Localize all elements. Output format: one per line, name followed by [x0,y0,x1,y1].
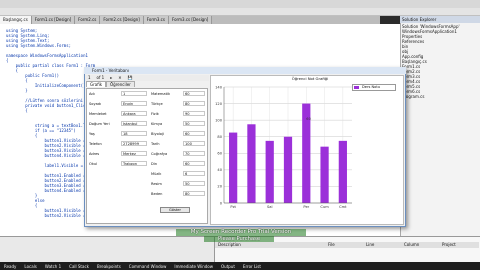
status-item[interactable]: Immediate Window [170,264,217,269]
field-input[interactable]: 18 [121,131,147,136]
status-item[interactable]: Error List [239,264,265,269]
error-list-column: Description [218,242,241,247]
y-tick-label: 80 [217,135,222,139]
score-input[interactable]: 70 [183,151,205,156]
doc-tab[interactable]: Form2.cs [Design] [100,16,144,24]
score-label: Resim [151,182,162,186]
field-input[interactable]: Merkez [121,151,147,156]
form-fields-panel: Adı 1 Soyadı Engin Memleket Ankara Doğum Yeri İ… [86,88,208,224]
doc-tab[interactable]: Başlangıç.cs [0,16,32,24]
field-input[interactable]: 2728999 [121,141,147,146]
score-input[interactable]: 50 [183,121,205,126]
bar-chart: 0 20 40 60 80 100 120 140 Pzt Sal Per Cum Cmt 60 [215,85,352,209]
legend-swatch [354,86,359,89]
field-input[interactable]: Ankara [121,111,147,116]
doc-tab[interactable]: Form3.cs [Design] [168,16,213,24]
watermark-line-1: My Screen Recorder Pro Trial Version [176,229,306,236]
legend-label: Ders Notu [362,85,381,89]
field-input[interactable]: Trabzon [121,161,147,166]
y-tick-label: 20 [217,185,222,189]
bar[interactable] [320,146,329,203]
locals-panel [0,236,214,262]
annotation-label: 60 [306,117,311,121]
score-label: Kimya [151,122,163,126]
score-label: Beden [151,192,163,196]
y-tick-label: 100 [215,118,223,122]
doc-tab[interactable]: Form3.cs [143,16,169,24]
score-input[interactable]: 6 [183,171,205,176]
score-input[interactable]: 80 [183,191,205,196]
status-item[interactable]: Call Stack [65,264,93,269]
score-input[interactable]: 90 [183,111,205,116]
solution-explorer-title: Solution Explorer [400,16,480,23]
field-label: Yaş [89,132,95,136]
x-tick-label: Pzt [230,205,236,209]
error-list-column: Line [366,242,375,247]
status-item[interactable]: Output [217,264,239,269]
watermark-line-2: Please Purchase [204,236,274,242]
y-tick-label: 40 [217,168,222,172]
y-tick-label: 120 [215,102,223,106]
field-label: Memleket [89,112,107,116]
x-tick-label: Cmt [339,205,347,209]
ide-menu-bar [0,8,480,16]
score-label: Fizik [151,112,159,116]
status-item[interactable]: Ready [0,264,20,269]
status-item[interactable]: Breakpoints [93,264,125,269]
field-label: Adres [89,152,100,156]
doc-tab[interactable]: Form1.cs [Design] [31,16,76,24]
show-button[interactable]: Göster [160,207,190,213]
score-label: Din [151,162,158,166]
status-item[interactable]: Locals [20,264,40,269]
bar[interactable] [283,136,293,203]
error-list-column: Column [404,242,420,247]
bar[interactable] [338,140,347,203]
y-tick-label: 140 [215,85,223,89]
field-label: Soyadı [89,102,102,106]
document-tabs: Başlangıç.cs Form1.cs [Design] Form2.cs For… [0,16,380,24]
score-input[interactable]: 60 [183,131,205,136]
score-input[interactable]: 50 [183,181,205,186]
solution-item[interactable]: Program.cs [402,94,478,99]
status-item[interactable]: Command Window [125,264,171,269]
form-title: Form1 - Veritabanı [84,67,406,74]
field-input[interactable]: İstanbul [121,121,147,126]
field-label: Okul [89,162,98,166]
score-input[interactable]: 100 [183,141,205,146]
field-input[interactable]: 1 [121,91,147,96]
form-tabs: Grafik Öğrenciler [86,81,208,87]
score-input[interactable]: 60 [183,91,205,96]
score-input[interactable]: 60 [183,161,205,166]
doc-tab[interactable]: Form2.cs [75,16,101,24]
x-tick-label: Sal [267,205,272,209]
score-label: Müzik [151,172,162,176]
score-label: Matematik [151,92,171,96]
form-tab[interactable]: Öğrenciler [106,81,135,87]
score-label: Türkçe [151,102,163,106]
bar[interactable] [265,140,274,203]
score-label: Tarih [151,142,160,146]
field-label: Adı [89,92,95,96]
status-bar: Ready Locals Watch 1 Call Stack Breakpoints C… [0,262,480,270]
form-tab[interactable]: Grafik [86,81,107,87]
bar[interactable] [229,132,238,203]
status-item[interactable]: Watch 1 [41,264,65,269]
score-label: Coğrafya [151,152,168,156]
score-input[interactable]: 80 [183,101,205,106]
score-label: Biyoloji [151,132,164,136]
error-list-header: Description File Line Column Project [215,242,479,248]
y-tick-label: 0 [220,201,223,205]
x-tick-label: Per [303,205,309,209]
bar[interactable] [247,124,256,203]
x-tick-label: Cum [320,205,329,209]
error-list-column: File [328,242,335,247]
error-list-column: Project [442,242,456,247]
solution-tree: Solution 'WindowsFormsApp' WindowsFormsAp… [402,24,478,164]
field-label: Telefon [89,142,102,146]
field-label: Doğum Yeri [89,122,110,126]
field-input[interactable]: Engin [121,101,147,106]
y-tick-label: 60 [217,152,222,156]
ide-title-bar [0,0,480,8]
